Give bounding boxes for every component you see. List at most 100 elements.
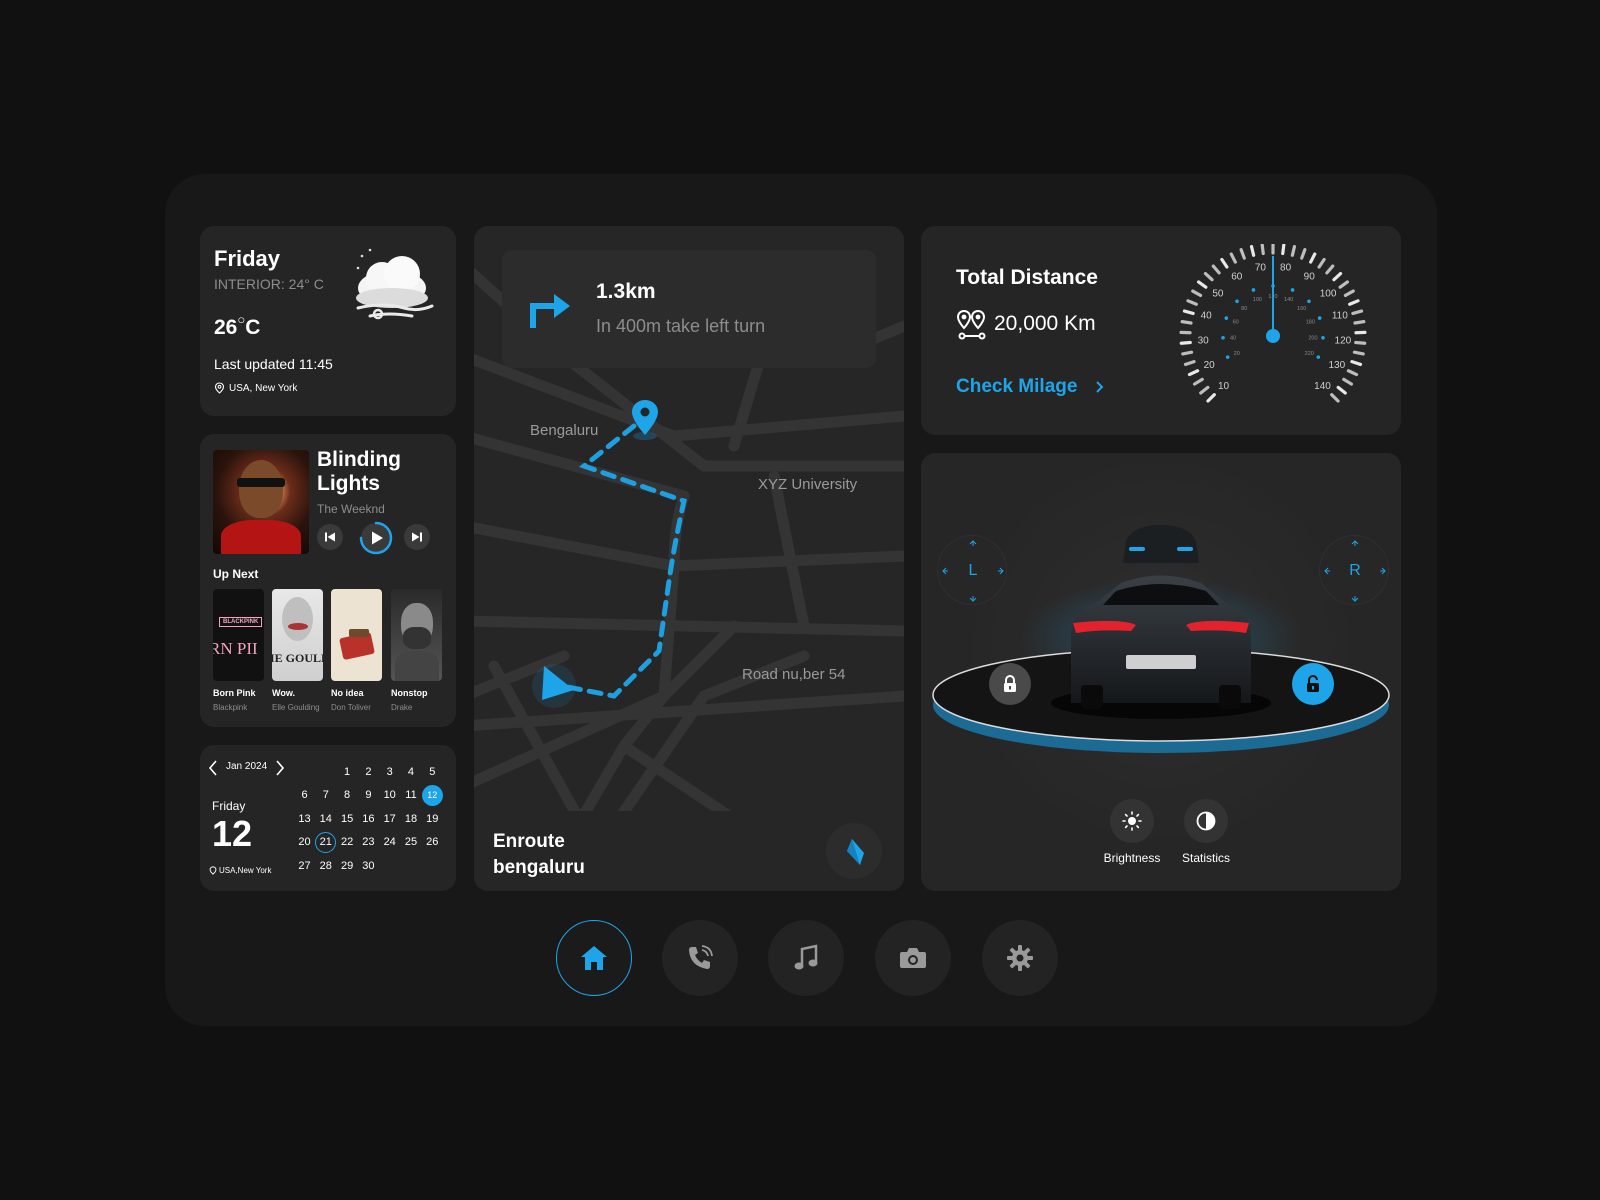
album-cover[interactable]: [213, 450, 309, 554]
gauge-label: 20: [1204, 360, 1216, 371]
calendar-weekday: Friday: [212, 799, 246, 813]
up-next-label: Up Next: [213, 567, 259, 581]
calendar-day[interactable]: 3: [379, 761, 400, 782]
speedometer-gauge: 10203040506070 80901001101201301402040608…: [1179, 244, 1367, 403]
next-button[interactable]: [404, 524, 430, 550]
calendar-day[interactable]: 8: [337, 785, 358, 806]
brightness-button[interactable]: [1110, 799, 1154, 843]
phone-icon: [689, 945, 713, 969]
calendar-day[interactable]: 9: [358, 785, 379, 806]
weather-card[interactable]: Friday INTERIOR: 24° C 26○C Last updated…: [200, 226, 456, 416]
weather-location-text: USA, New York: [229, 382, 298, 394]
gauge-tick: [1336, 385, 1347, 395]
gauge-tick: [1300, 248, 1307, 260]
camera-icon: [900, 948, 926, 968]
chevron-right-icon: [1096, 381, 1104, 393]
play-button[interactable]: [359, 521, 393, 555]
car-control-card: L R Brightness Statistics: [921, 453, 1401, 891]
gauge-tick: [1186, 299, 1198, 306]
track-artist: Drake: [391, 703, 413, 712]
up-next-track[interactable]: Nonstop Drake: [391, 589, 442, 712]
calendar-day[interactable]: 10: [379, 785, 400, 806]
contrast-icon: [1196, 811, 1216, 831]
calendar-day[interactable]: 1: [337, 761, 358, 782]
gauge-inner-label: 140: [1284, 297, 1293, 303]
calendar-day[interactable]: 15: [337, 808, 358, 829]
gauge-inner-label: 220: [1305, 351, 1314, 357]
compass-button[interactable]: [826, 823, 882, 879]
turn-instruction: In 400m take left turn: [596, 316, 766, 336]
gauge-tick: [1350, 360, 1363, 367]
calendar-day[interactable]: 23: [358, 832, 379, 853]
calendar-day[interactable]: 22: [337, 832, 358, 853]
calendar-day[interactable]: 17: [379, 808, 400, 829]
calendar-day[interactable]: 30: [358, 855, 379, 876]
calendar-day[interactable]: 12: [421, 784, 443, 806]
calendar-blank: [315, 761, 336, 782]
calendar-day[interactable]: 20: [294, 832, 315, 853]
previous-button[interactable]: [317, 524, 343, 550]
up-next-track[interactable]: IE GOULD Wow. Elle Goulding: [272, 589, 323, 712]
brightness-label: Brightness: [1103, 851, 1161, 865]
track-title: Nonstop: [391, 688, 428, 698]
lock-button[interactable]: [989, 663, 1031, 705]
music-card[interactable]: Blinding Lights The Weeknd Up Next BLACK…: [200, 434, 456, 727]
gauge-tick: [1196, 280, 1208, 289]
calendar-day[interactable]: 7: [315, 785, 336, 806]
calendar-day[interactable]: 25: [400, 832, 421, 853]
enroute-panel: Enroute bengaluru: [474, 811, 904, 891]
total-distance-card: Total Distance 20,000 Km Check Milage 10…: [921, 226, 1401, 435]
location-pin-icon: [214, 382, 225, 394]
gauge-tick: [1351, 309, 1364, 316]
gauge-tick: [1346, 369, 1359, 377]
calendar-day[interactable]: 4: [400, 761, 421, 782]
up-next-track[interactable]: No idea Don Toliver: [331, 589, 382, 712]
temp-value: 26: [214, 316, 238, 339]
nav-camera-button[interactable]: [875, 920, 951, 996]
gauge-label: 70: [1255, 263, 1267, 274]
calendar-day[interactable]: 18: [400, 808, 421, 829]
calendar-day[interactable]: 24: [379, 832, 400, 853]
unlock-button[interactable]: [1292, 663, 1334, 705]
calendar-day[interactable]: 16: [358, 808, 379, 829]
calendar-day[interactable]: 2: [358, 761, 379, 782]
calendar-day[interactable]: 14: [315, 808, 336, 829]
calendar-day[interactable]: 11: [400, 785, 421, 806]
calendar-day[interactable]: 29: [337, 855, 358, 876]
map-card[interactable]: 1.3km In 400m take left turn Bengaluru X…: [474, 226, 904, 891]
nav-music-button[interactable]: [768, 920, 844, 996]
calendar-day[interactable]: 26: [422, 832, 443, 853]
previous-month-icon[interactable]: [208, 760, 218, 776]
gauge-inner-label: 180: [1306, 320, 1315, 326]
gauge-label: 40: [1201, 311, 1213, 322]
calendar-day[interactable]: 21: [315, 831, 337, 853]
gauge-dot: [1316, 355, 1321, 359]
nav-phone-button[interactable]: [662, 920, 738, 996]
map-label-university: XYZ University: [758, 476, 858, 493]
gauge-tick: [1354, 340, 1367, 345]
nav-home-button[interactable]: [556, 920, 632, 996]
brightness-option[interactable]: Brightness: [1092, 799, 1172, 865]
statistics-option[interactable]: Statistics: [1166, 799, 1246, 865]
up-next-track[interactable]: BLACKPINK RN PII Born Pink Blackpink: [213, 589, 264, 712]
total-distance-value: 20,000 Km: [994, 312, 1096, 335]
calendar-day[interactable]: 5: [422, 761, 443, 782]
gauge-inner-label: 20: [1234, 351, 1240, 357]
track-cover: [331, 589, 382, 681]
statistics-button[interactable]: [1184, 799, 1228, 843]
gauge-dot: [1251, 288, 1256, 292]
calendar-day[interactable]: 27: [294, 855, 315, 876]
calendar-day[interactable]: 6: [294, 785, 315, 806]
next-month-icon[interactable]: [275, 760, 285, 776]
cloud-moon-wind-icon: [356, 248, 436, 320]
calendar-day[interactable]: 19: [422, 808, 443, 829]
gauge-tick: [1330, 393, 1340, 403]
nav-settings-button[interactable]: [982, 920, 1058, 996]
gauge-dot: [1225, 355, 1230, 359]
calendar-day[interactable]: 28: [315, 855, 336, 876]
check-milage-link[interactable]: Check Milage: [956, 376, 1104, 398]
track-cover: IE GOULD: [272, 589, 323, 681]
calendar-day[interactable]: 13: [294, 808, 315, 829]
destination-pin-icon: [632, 400, 658, 440]
calendar-month: Jan 2024: [226, 761, 268, 772]
